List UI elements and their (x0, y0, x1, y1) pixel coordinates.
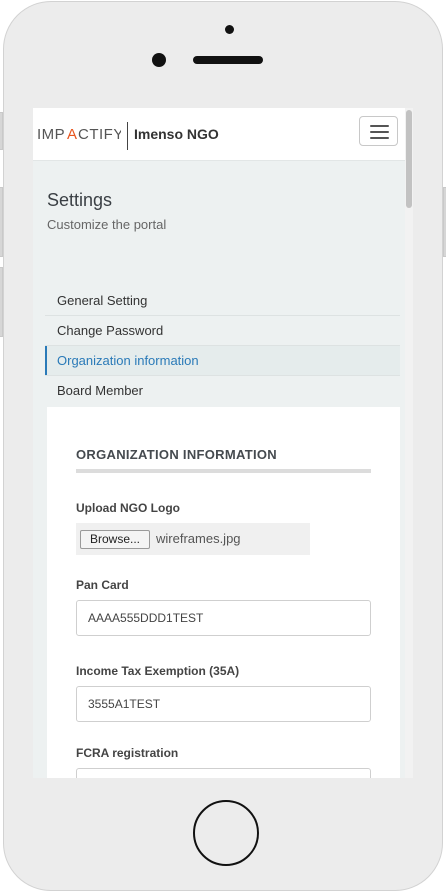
app-screen: IMP A CTIFY Imenso NGO Settings Customiz… (33, 108, 413, 778)
phone-side-button (0, 187, 3, 257)
scrollbar[interactable] (405, 108, 413, 778)
upload-logo-label: Upload NGO Logo (76, 501, 180, 515)
hamburger-menu-button[interactable] (359, 116, 398, 146)
hamburger-icon (370, 131, 389, 133)
section-divider (76, 469, 371, 473)
pan-card-input[interactable] (76, 600, 371, 636)
settings-nav: General Setting Change Password Organiza… (45, 286, 400, 406)
phone-side-button (0, 267, 3, 337)
svg-text:IMP: IMP (37, 126, 65, 143)
nav-item-change-password[interactable]: Change Password (45, 316, 400, 346)
speaker-grille (193, 56, 263, 64)
income-tax-label: Income Tax Exemption (35A) (76, 664, 240, 678)
svg-text:A: A (67, 126, 78, 143)
home-button[interactable] (193, 800, 259, 866)
page-title: Settings (47, 190, 113, 210)
fcra-input[interactable] (76, 768, 371, 778)
impactify-logo[interactable]: IMP A CTIFY (37, 125, 121, 143)
browse-button[interactable]: Browse... (80, 530, 150, 549)
hamburger-icon (370, 125, 389, 127)
hamburger-icon (370, 137, 389, 139)
page-subtitle: Customize the portal (47, 217, 167, 232)
logo-file-input[interactable]: Browse... wireframes.jpg (76, 523, 310, 555)
phone-side-button (0, 112, 3, 150)
scrollbar-thumb[interactable] (406, 110, 412, 208)
camera-icon (225, 25, 234, 34)
section-heading: ORGANIZATION INFORMATION (76, 447, 277, 462)
organization-form-card: ORGANIZATION INFORMATION Upload NGO Logo… (47, 407, 400, 778)
income-tax-input[interactable] (76, 686, 371, 722)
nav-item-general-setting[interactable]: General Setting (45, 286, 400, 316)
pan-card-label: Pan Card (76, 578, 129, 592)
nav-item-organization-information[interactable]: Organization information (45, 346, 400, 376)
header-divider (127, 122, 128, 150)
sensor-icon (152, 53, 166, 67)
app-header: IMP A CTIFY Imenso NGO (33, 108, 405, 161)
selected-file-name: wireframes.jpg (156, 531, 241, 546)
logo-wordmark-icon: IMP A CTIFY (37, 126, 121, 143)
fcra-label: FCRA registration (76, 746, 179, 760)
nav-item-board-member[interactable]: Board Member (45, 376, 400, 406)
svg-text:CTIFY: CTIFY (78, 126, 121, 143)
organization-name: Imenso NGO (134, 126, 219, 142)
